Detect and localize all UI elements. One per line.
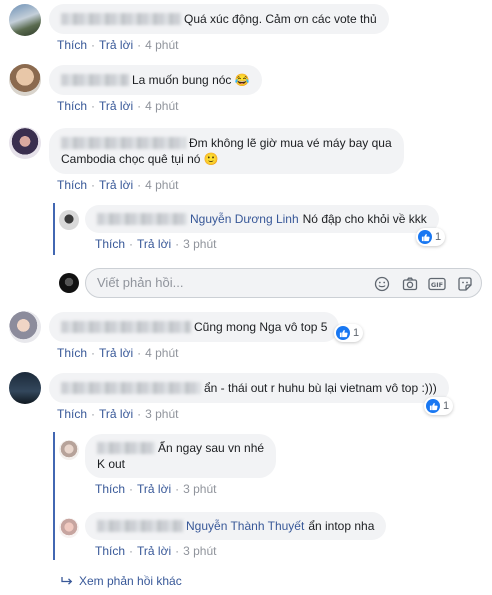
reply-text-line2: K out — [97, 457, 126, 471]
reply-actions: Thích · Trả lời · 3 phút — [95, 544, 217, 558]
reply-link[interactable]: Trả lời — [99, 346, 133, 360]
timestamp[interactable]: 4 phút — [145, 346, 178, 360]
avatar[interactable] — [9, 4, 41, 36]
timestamp[interactable]: 3 phút — [183, 482, 216, 496]
comment-bubble: ẩn - thái out r huhu bù lại vietnam vô t… — [49, 373, 449, 403]
view-more-replies-label: Xem phản hồi khác — [79, 574, 182, 588]
reply-bubble: Nguyễn Dương Linh Nó đập cho khỏi về kkk — [85, 205, 439, 233]
camera-icon[interactable] — [401, 275, 419, 293]
reaction-badge[interactable]: 1 — [416, 228, 446, 246]
reply-link[interactable]: Trả lời — [137, 544, 171, 558]
reply-thread-line — [53, 432, 55, 560]
reply-link[interactable]: Trả lời — [99, 38, 133, 52]
blurred-author-name[interactable] — [61, 382, 201, 394]
current-user-avatar — [59, 273, 79, 293]
comment-text-line2: Cambodia chọc quê tụi nó 🙂 — [61, 152, 219, 166]
like-link[interactable]: Thích — [95, 482, 125, 496]
reaction-badge[interactable]: 1 — [334, 324, 364, 342]
blurred-author-name[interactable] — [61, 321, 191, 333]
comment-bubble: Đm không lẽ giờ mua vé máy bay qua Cambo… — [49, 128, 404, 174]
like-link[interactable]: Thích — [57, 178, 87, 192]
reply-link[interactable]: Trả lời — [99, 178, 133, 192]
svg-text:GIF: GIF — [431, 281, 443, 289]
like-link[interactable]: Thích — [95, 544, 125, 558]
reaction-badge[interactable]: 1 — [424, 397, 454, 415]
blurred-author-name[interactable] — [97, 520, 183, 532]
emoji-icon[interactable] — [373, 275, 391, 293]
reaction-count: 1 — [353, 327, 360, 339]
like-icon — [418, 230, 432, 244]
avatar[interactable] — [9, 372, 41, 404]
comment-text: La muốn bung nóc 😂 — [132, 73, 250, 87]
like-icon — [336, 326, 350, 340]
comment-text-line1: Đm không lẽ giờ mua vé máy bay qua — [189, 136, 392, 150]
reply-arrow-icon — [61, 576, 73, 586]
comment-text: Quá xúc động. Cảm ơn các vote thủ — [184, 12, 377, 26]
comment-bubble: La muốn bung nóc 😂 — [49, 65, 262, 95]
like-link[interactable]: Thích — [57, 38, 87, 52]
reply-text-line1: Ẩn ngay sau vn nhé — [158, 441, 265, 455]
blurred-author-name[interactable] — [61, 74, 129, 86]
reply-actions: Thích · Trả lời · 3 phút — [95, 482, 217, 496]
timestamp[interactable]: 3 phút — [183, 544, 216, 558]
reaction-count: 1 — [443, 400, 450, 412]
reply-actions: Thích · Trả lời · 3 phút — [95, 237, 217, 251]
timestamp[interactable]: 4 phút — [145, 178, 178, 192]
comment-bubble: Quá xúc động. Cảm ơn các vote thủ — [49, 4, 389, 34]
reply-link[interactable]: Trả lời — [137, 237, 171, 251]
like-link[interactable]: Thích — [57, 407, 87, 421]
like-link[interactable]: Thích — [57, 99, 87, 113]
comment-actions: Thích · Trả lời · 4 phút — [57, 346, 179, 360]
comment-actions: Thích · Trả lời · 3 phút — [57, 407, 179, 421]
blurred-author-name[interactable] — [97, 442, 155, 454]
reply-link[interactable]: Trả lời — [99, 407, 133, 421]
like-link[interactable]: Thích — [95, 237, 125, 251]
comment-text: ẩn - thái out r huhu bù lại vietnam vô t… — [204, 381, 437, 395]
comment-actions: Thích · Trả lời · 4 phút — [57, 178, 179, 192]
view-more-replies-link[interactable]: Xem phản hồi khác — [61, 574, 182, 588]
like-link[interactable]: Thích — [57, 346, 87, 360]
blurred-author-name[interactable] — [61, 13, 181, 25]
reply-link[interactable]: Trả lời — [99, 99, 133, 113]
comment-actions: Thích · Trả lời · 4 phút — [57, 99, 179, 113]
tagged-user-link[interactable]: Nguyễn Dương Linh — [190, 212, 299, 226]
avatar[interactable] — [9, 64, 41, 96]
reply-avatar[interactable] — [59, 518, 79, 538]
comment-text: Cũng mong Nga vô top 5 — [194, 320, 328, 334]
reply-link[interactable]: Trả lời — [137, 482, 171, 496]
tagged-user-link[interactable]: Nguyễn Thành Thuyết — [186, 519, 304, 533]
timestamp[interactable]: 4 phút — [145, 38, 178, 52]
timestamp[interactable]: 3 phút — [145, 407, 178, 421]
like-icon — [426, 399, 440, 413]
sticker-icon[interactable] — [456, 275, 474, 293]
reply-composer: GIF — [85, 268, 482, 298]
comment-bubble: Cũng mong Nga vô top 5 — [49, 312, 340, 342]
timestamp[interactable]: 4 phút — [145, 99, 178, 113]
comment-actions: Thích · Trả lời · 4 phút — [57, 38, 179, 52]
avatar[interactable] — [9, 311, 41, 343]
reply-text: Nó đập cho khỏi về kkk — [302, 212, 427, 226]
avatar[interactable] — [9, 127, 41, 159]
reply-text: ẩn intop nha — [308, 519, 375, 533]
timestamp[interactable]: 3 phút — [183, 237, 216, 251]
blurred-author-name[interactable] — [61, 137, 186, 149]
reply-thread-line — [53, 203, 55, 255]
gif-icon[interactable]: GIF — [428, 275, 446, 293]
reply-bubble: Ẩn ngay sau vn nhé K out — [85, 434, 277, 478]
reaction-count: 1 — [435, 231, 442, 243]
reply-bubble: Nguyễn Thành Thuyết ẩn intop nha — [85, 512, 387, 540]
reply-avatar[interactable] — [59, 210, 79, 230]
reply-avatar[interactable] — [59, 440, 79, 460]
reply-input[interactable] — [97, 275, 357, 290]
blurred-author-name[interactable] — [97, 213, 187, 225]
